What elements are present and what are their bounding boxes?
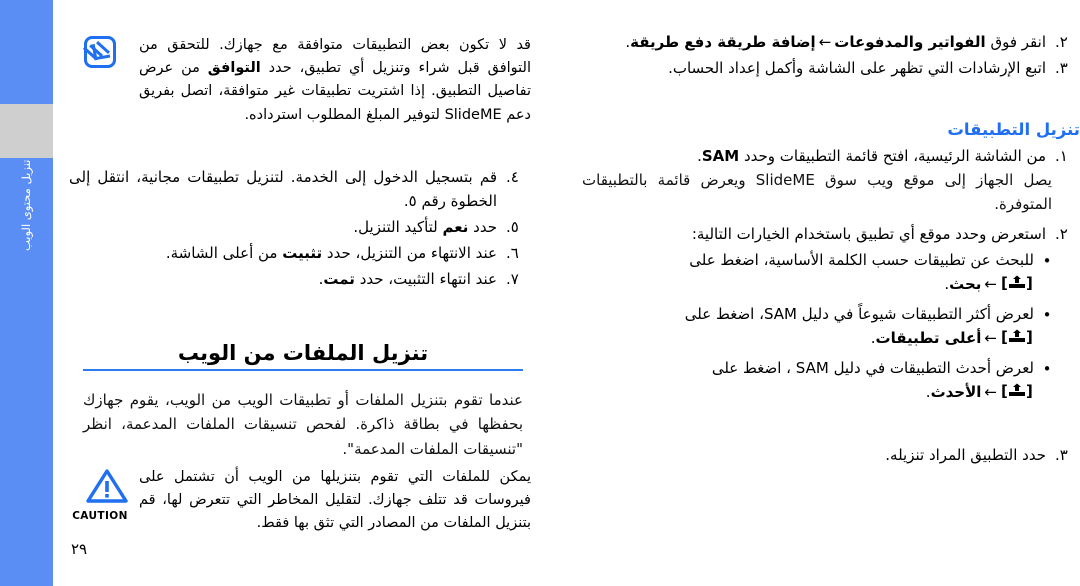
bullet-text: لعرض أكثر التطبيقات شيوعاً في دليل SAM، … xyxy=(555,302,1034,352)
step-marker: ٤. xyxy=(506,168,519,186)
list-item: ١. من الشاشة الرئيسية، افتح قائمة التطبي… xyxy=(555,144,1080,168)
list-item: ٥. حدد نعم لتأكيد التنزيل. xyxy=(69,215,531,239)
step-marker: ٧. xyxy=(506,270,519,288)
list-item: • للبحث عن تطبيقات حسب الكلمة الأساسية، … xyxy=(555,248,1060,298)
step-text-prefix: عند الانتهاء من التنزيل، حدد xyxy=(322,244,497,262)
step-text: قم بتسجيل الدخول إلى الخدمة. لتنزيل تطبي… xyxy=(69,168,497,210)
apps-options-bullets: • للبحث عن تطبيقات حسب الكلمة الأساسية، … xyxy=(555,248,1060,410)
page-content: قد لا تكون بعض التطبيقات متوافقة مع جهاز… xyxy=(53,0,1080,586)
caution-callout-text: يمكن للملفات التي تقوم بتنزيلها من الويب… xyxy=(139,469,531,532)
step-text-bold: نعم xyxy=(442,218,469,236)
list-item: ٧. عند انتهاء التثبيت، حدد تمت. xyxy=(69,267,531,291)
list-item: • لعرض أحدث التطبيقات في دليل SAM ، اضغط… xyxy=(555,356,1060,406)
list-item: ٣. حدد التطبيق المراد تنزيله. xyxy=(555,443,1080,467)
svg-text:[: [ xyxy=(1001,383,1008,399)
step-text: حدد التطبيق المراد تنزيله. xyxy=(885,446,1046,464)
apps-step-3: ٣. حدد التطبيق المراد تنزيله. xyxy=(555,443,1080,469)
step-text-bold-1: الفواتير والمدفوعات xyxy=(834,33,986,51)
chapter-side-tab: تنزيل محتوى الويب xyxy=(0,0,53,586)
bullet-text-main: للبحث عن تطبيقات حسب الكلمة الأساسية، اض… xyxy=(689,251,1034,269)
caution-label: CAUTION xyxy=(72,510,128,522)
chapter-tab-gray-block xyxy=(0,104,53,158)
menu-key-svg: [ ] xyxy=(1001,382,1033,400)
list-item: ٤. قم بتسجيل الدخول إلى الخدمة. لتنزيل ت… xyxy=(69,165,531,213)
arrow-left-icon: ← xyxy=(818,33,832,51)
svg-text:[: [ xyxy=(1001,275,1008,291)
menu-key-bracket-icon: [ ] xyxy=(1000,274,1034,298)
step-text-suffix: من أعلى الشاشة. xyxy=(165,244,283,262)
note-callout-text: قد لا تكون بعض التطبيقات متوافقة مع جهاز… xyxy=(131,34,531,127)
list-item: ٦. عند الانتهاء من التنزيل، حدد تثبيت من… xyxy=(69,241,531,265)
step-text: اتبع الإرشادات التي تظهر على الشاشة وأكم… xyxy=(668,59,1046,77)
note-text-bold: التوافق xyxy=(207,60,261,77)
step-text-prefix: عند انتهاء التثبيت، حدد xyxy=(354,270,497,288)
step-text-prefix: انقر فوق xyxy=(985,33,1046,51)
heading-divider xyxy=(83,369,523,371)
bullet-icon: • xyxy=(1042,360,1052,378)
note-callout: قد لا تكون بعض التطبيقات متوافقة مع جهاز… xyxy=(69,34,531,127)
bullet-bold: أعلى تطبيقات xyxy=(875,329,982,347)
step-text-bold-2: إضافة طريقة دفع طريقة xyxy=(630,33,816,51)
bullet-icon: • xyxy=(1042,306,1052,324)
step-text-bold: تمت xyxy=(323,270,355,288)
caution-triangle-svg xyxy=(86,469,128,503)
bullet-text-main: لعرض أحدث التطبيقات في دليل SAM ، اضغط ع… xyxy=(711,359,1034,377)
step-text: استعرض وحدد موقع أي تطبيق باستخدام الخيا… xyxy=(691,225,1046,243)
arrow-left-icon: ← xyxy=(984,383,997,401)
apps-step-1: ١. من الشاشة الرئيسية، افتح قائمة التطبي… xyxy=(555,144,1080,170)
page-title: تنزيل الملفات من الويب xyxy=(177,341,429,365)
step-text-bold: تثبيت xyxy=(282,244,323,262)
menu-key-svg: [ ] xyxy=(1001,274,1033,292)
step-marker: ١. xyxy=(1055,147,1068,165)
left-steps-list: ٤. قم بتسجيل الدخول إلى الخدمة. لتنزيل ت… xyxy=(69,165,531,293)
download-apps-heading: تنزيل التطبيقات xyxy=(947,120,1080,139)
step-marker: ٢. xyxy=(1055,225,1068,243)
svg-text:]: ] xyxy=(1026,329,1033,345)
list-item: ٣. اتبع الإرشادات التي تظهر على الشاشة و… xyxy=(555,56,1080,80)
step-text-prefix: من الشاشة الرئيسية، افتح قائمة التطبيقات… xyxy=(739,147,1046,165)
step-text-prefix: حدد xyxy=(468,218,497,236)
arrow-left-icon: ← xyxy=(984,275,997,293)
step-text-bold: SAM xyxy=(701,147,740,165)
chapter-tab-label: تنزيل محتوى الويب xyxy=(19,160,33,252)
menu-key-svg: [ ] xyxy=(1001,328,1033,346)
step-marker: ٥. xyxy=(506,218,519,236)
step-text: انقر فوق الفواتير والمدفوعات←إضافة طريقة… xyxy=(555,30,1046,54)
menu-key-bracket-icon: [ ] xyxy=(1000,328,1034,352)
step-marker: ٣. xyxy=(1055,59,1068,77)
menu-key-bracket-icon: [ ] xyxy=(1000,382,1034,406)
step-text: عند الانتهاء من التنزيل، حدد تثبيت من أع… xyxy=(69,241,497,265)
arrow-left-icon: ← xyxy=(984,329,997,347)
list-item: • لعرض أكثر التطبيقات شيوعاً في دليل SAM… xyxy=(555,302,1060,352)
list-item: ٢. استعرض وحدد موقع أي تطبيق باستخدام ال… xyxy=(555,222,1080,246)
bullet-text-main: لعرض أكثر التطبيقات شيوعاً في دليل SAM، … xyxy=(684,305,1034,323)
svg-text:]: ] xyxy=(1026,383,1033,399)
svg-text:[: [ xyxy=(1001,329,1008,345)
web-section-heading-block: تنزيل الملفات من الويب xyxy=(83,341,523,371)
step-text: عند انتهاء التثبيت، حدد تمت. xyxy=(69,267,497,291)
step-text: حدد نعم لتأكيد التنزيل. xyxy=(69,215,497,239)
right-top-steps-list: ٢. انقر فوق الفواتير والمدفوعات←إضافة طر… xyxy=(555,30,1080,82)
bullet-icon: • xyxy=(1042,252,1052,270)
bullet-text: للبحث عن تطبيقات حسب الكلمة الأساسية، اض… xyxy=(555,248,1034,298)
bullet-bold: بحث xyxy=(949,275,982,293)
note-pencil-icon xyxy=(69,34,131,72)
svg-text:]: ] xyxy=(1026,275,1033,291)
step-text-suffix: لتأكيد التنزيل. xyxy=(353,218,443,236)
step-text: من الشاشة الرئيسية، افتح قائمة التطبيقات… xyxy=(555,144,1046,168)
web-section-paragraph: عندما تقوم بتنزيل الملفات أو تطبيقات الو… xyxy=(83,391,523,458)
page-number: ٢٩ xyxy=(71,540,88,558)
apps-step-2: ٢. استعرض وحدد موقع أي تطبيق باستخدام ال… xyxy=(555,222,1080,248)
apps-step-1-subtext: يصل الجهاز إلى موقع ويب سوق SlideME ويعر… xyxy=(582,171,1052,214)
step-marker: ٣. xyxy=(1055,446,1068,464)
step-marker: ٦. xyxy=(506,244,519,262)
bullet-bold: الأحدث xyxy=(930,383,982,401)
caution-triangle-icon: CAUTION xyxy=(69,466,131,523)
caution-callout: CAUTION يمكن للملفات التي تقوم بتنزيلها … xyxy=(69,466,531,536)
list-item: ٢. انقر فوق الفواتير والمدفوعات←إضافة طر… xyxy=(555,30,1080,54)
step-marker: ٢. xyxy=(1055,33,1068,51)
bullet-text: لعرض أحدث التطبيقات في دليل SAM ، اضغط ع… xyxy=(555,356,1034,406)
